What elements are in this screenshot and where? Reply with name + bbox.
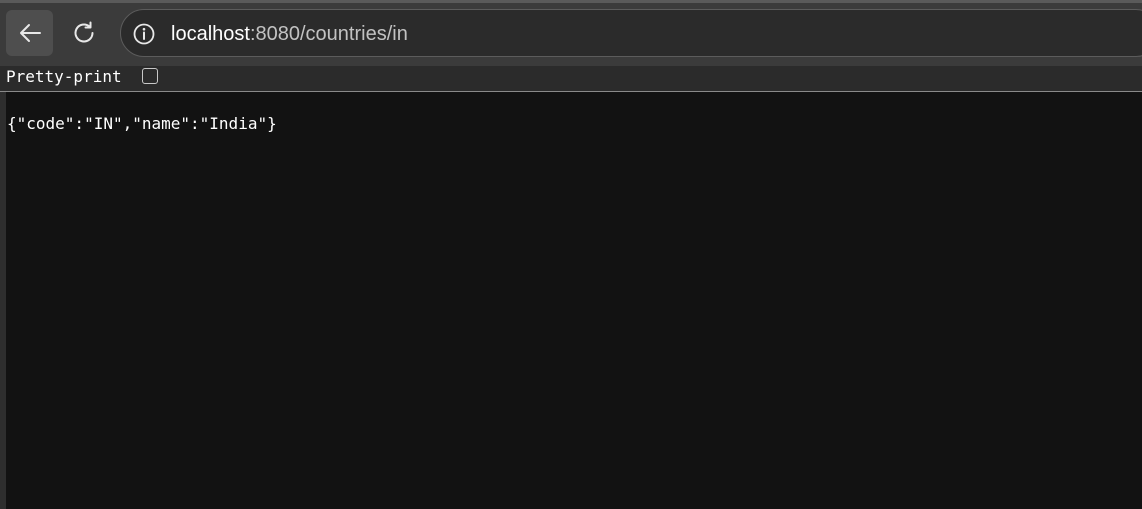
pretty-print-label[interactable]: Pretty-print bbox=[6, 67, 122, 87]
browser-toolbar: localhost:8080/countries/in bbox=[0, 0, 1142, 66]
url-host: localhost bbox=[171, 23, 250, 45]
reload-button[interactable] bbox=[60, 10, 107, 56]
pretty-print-bar: Pretty-print bbox=[0, 66, 1142, 92]
reload-icon bbox=[74, 21, 93, 43]
address-bar[interactable]: localhost:8080/countries/in bbox=[120, 9, 1142, 57]
url-text[interactable]: localhost:8080/countries/in bbox=[171, 22, 408, 46]
pretty-print-checkbox[interactable] bbox=[142, 68, 158, 84]
arrow-left-icon bbox=[19, 24, 41, 42]
info-icon[interactable] bbox=[131, 21, 157, 47]
left-edge-strip bbox=[0, 92, 6, 509]
json-response-text: {"code":"IN","name":"India"} bbox=[7, 114, 277, 133]
back-button[interactable] bbox=[6, 10, 53, 56]
url-path: :8080/countries/in bbox=[249, 23, 408, 45]
